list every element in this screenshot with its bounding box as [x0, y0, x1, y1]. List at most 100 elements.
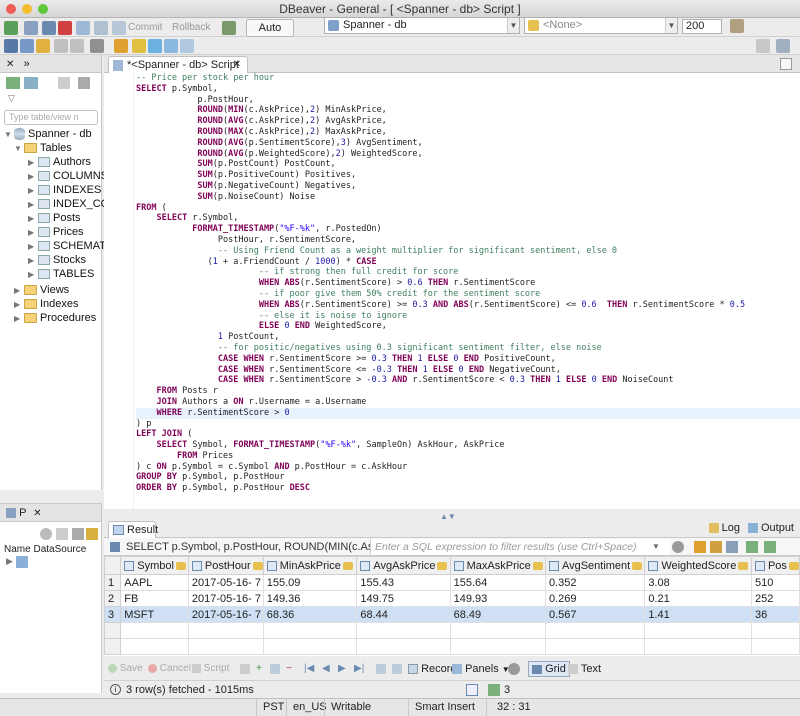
- code-line[interactable]: ROUND(AVG(p.WeightedScore),2) WeightedSc…: [136, 149, 800, 160]
- filter-settings-icon[interactable]: [726, 541, 738, 553]
- expand-icon[interactable]: ▶: [28, 240, 38, 254]
- link-icon[interactable]: [24, 77, 38, 89]
- filter-icon[interactable]: [694, 541, 706, 553]
- new-script-icon[interactable]: [94, 21, 108, 35]
- tree-table[interactable]: ▶ Prices: [28, 225, 84, 239]
- connect-icon[interactable]: [24, 21, 38, 35]
- sort-icon[interactable]: [738, 561, 749, 570]
- table-cell[interactable]: 149.93: [449, 590, 546, 607]
- next-page-icon[interactable]: ▶: [338, 660, 346, 678]
- table-cell[interactable]: 68.36: [262, 606, 358, 623]
- navigate-icon[interactable]: [90, 39, 104, 53]
- navigator-tab[interactable]: ✕ »: [0, 55, 101, 73]
- table-row[interactable]: 1 AAPL 2017-05-16- 7 155.09 155.43 155.64 0.35…: [104, 574, 800, 591]
- gear-icon[interactable]: [40, 528, 52, 540]
- code-line[interactable]: FORMAT_TIMESTAMP("%F-%k", r.PostedOn): [136, 224, 800, 235]
- results-filter-input[interactable]: Enter a SQL expression to filter results…: [370, 539, 670, 555]
- row-number[interactable]: 3: [104, 606, 122, 623]
- tree-table[interactable]: ▶ SCHEMATA: [28, 239, 113, 253]
- tree-table[interactable]: ▶ INDEX_CO: [28, 197, 109, 211]
- expand-icon[interactable]: ▶: [28, 268, 38, 282]
- sort-icon[interactable]: [632, 561, 643, 570]
- schema-selector[interactable]: <None> ▼: [524, 17, 678, 34]
- tree-folder-procedures[interactable]: ▶ Procedures: [14, 311, 96, 325]
- expand-icon[interactable]: ▶: [14, 284, 24, 298]
- sort-icon[interactable]: [437, 561, 448, 570]
- export-icon[interactable]: [180, 39, 194, 53]
- code-line[interactable]: FROM Prices: [136, 451, 800, 462]
- table-cell[interactable]: 155.64: [449, 574, 546, 591]
- expand-icon[interactable]: ▶: [28, 170, 38, 184]
- transaction-mode-icon[interactable]: [222, 21, 236, 35]
- delete-row-icon[interactable]: −: [286, 660, 292, 678]
- table-cell[interactable]: 36: [750, 606, 800, 623]
- last-page-icon[interactable]: ▶|: [354, 660, 364, 678]
- sql-editor-icon[interactable]: [76, 21, 90, 35]
- query-preview[interactable]: SELECT p.Symbol, p.PostHour, ROUND(MIN(c…: [126, 538, 404, 556]
- table-row[interactable]: 3 MSFT 2017-05-16- 7 68.36 68.44 68.49 0.567 1.…: [104, 606, 800, 623]
- tree-table[interactable]: ▶ TABLES: [28, 267, 94, 281]
- grid-button[interactable]: Grid: [528, 661, 570, 677]
- sort-icon[interactable]: [532, 561, 543, 570]
- table-cell[interactable]: 0.21: [644, 590, 752, 607]
- collapse-all-icon[interactable]: [56, 528, 68, 540]
- table-cell[interactable]: 2017-05-16- 7: [187, 574, 264, 591]
- code-line[interactable]: GROUP BY p.Symbol, p.PostHour: [136, 472, 800, 483]
- minimize-window-icon[interactable]: [22, 4, 32, 14]
- tree-table[interactable]: ▶ COLUMNS: [28, 169, 108, 183]
- sort-icon[interactable]: [175, 561, 186, 570]
- sort-icon[interactable]: [342, 561, 353, 570]
- invalidate-icon[interactable]: [58, 21, 72, 35]
- output-button[interactable]: Output: [747, 522, 794, 534]
- fetch-all-icon[interactable]: [392, 664, 402, 674]
- cancel-button[interactable]: Cancel: [148, 660, 191, 678]
- tree-folder-indexes[interactable]: ▶ Indexes: [14, 297, 79, 311]
- code-line[interactable]: PostHour, r.SentimentScore,: [136, 235, 800, 246]
- column-header[interactable]: MaxAskPrice: [449, 556, 546, 575]
- expand-icon[interactable]: ▶: [14, 298, 24, 312]
- code-line[interactable]: SUM(p.PositiveCount) Positives,: [136, 170, 800, 181]
- project-icon[interactable]: [16, 556, 28, 568]
- table-cell[interactable]: 2017-05-16- 7: [187, 606, 264, 623]
- auto-commit-button[interactable]: Auto: [246, 19, 294, 37]
- new-connection-icon[interactable]: [4, 21, 18, 35]
- tree-folder-tables[interactable]: ▼ Tables: [14, 141, 72, 155]
- code-line[interactable]: SELECT r.Symbol,: [136, 213, 800, 224]
- row-number[interactable]: 1: [104, 574, 122, 591]
- code-line[interactable]: JOIN Authors a ON r.Username = a.Usernam…: [136, 397, 800, 408]
- preferences-icon[interactable]: [730, 19, 744, 33]
- table-cell[interactable]: AAPL: [120, 574, 189, 591]
- code-line[interactable]: ORDER BY p.Symbol, p.PostHour DESC: [136, 483, 800, 494]
- sort-icon[interactable]: [252, 561, 263, 570]
- tab-overflow-icon[interactable]: »: [24, 58, 30, 70]
- table-cell[interactable]: 1.41: [644, 606, 752, 623]
- code-line[interactable]: -- for positic/negatives using 0.3 signi…: [136, 343, 800, 354]
- table-cell[interactable]: FB: [120, 590, 189, 607]
- execute-script-icon[interactable]: [132, 39, 146, 53]
- save-icon[interactable]: [4, 39, 18, 53]
- expand-icon[interactable]: ▼: [14, 142, 24, 156]
- sort-icon[interactable]: [788, 561, 799, 570]
- explain-icon[interactable]: [148, 39, 162, 53]
- commit-button[interactable]: Commit: [128, 19, 162, 37]
- code-line[interactable]: -- Using Friend Count as a weight multip…: [136, 246, 800, 257]
- script-button[interactable]: Script: [192, 660, 229, 678]
- expand-icon[interactable]: ▼: [4, 128, 14, 142]
- edit-icon[interactable]: [240, 664, 250, 674]
- view-menu-icon[interactable]: [72, 528, 84, 540]
- expand-icon[interactable]: ▶: [14, 312, 24, 326]
- expand-icon[interactable]: ▶: [28, 212, 38, 226]
- format-icon[interactable]: [164, 39, 178, 53]
- fetch-next-icon[interactable]: [376, 664, 386, 674]
- expand-icon[interactable]: ▶: [28, 184, 38, 198]
- code-line[interactable]: CASE WHEN r.SentimentScore >= 0.3 THEN 1…: [136, 354, 800, 365]
- tree-table[interactable]: ▶ Authors: [28, 155, 91, 169]
- expand-icon[interactable]: ▶: [28, 254, 38, 268]
- refresh-icon[interactable]: [672, 541, 684, 553]
- column-header[interactable]: AvgAskPrice: [356, 556, 451, 575]
- table-cell[interactable]: 155.09: [262, 574, 358, 591]
- table-cell[interactable]: 68.44: [356, 606, 451, 623]
- code-line[interactable]: FROM Posts r: [136, 386, 800, 397]
- code-line[interactable]: CASE WHEN r.SentimentScore <= -0.3 THEN …: [136, 365, 800, 376]
- panel-toggle-icon[interactable]: [466, 684, 478, 696]
